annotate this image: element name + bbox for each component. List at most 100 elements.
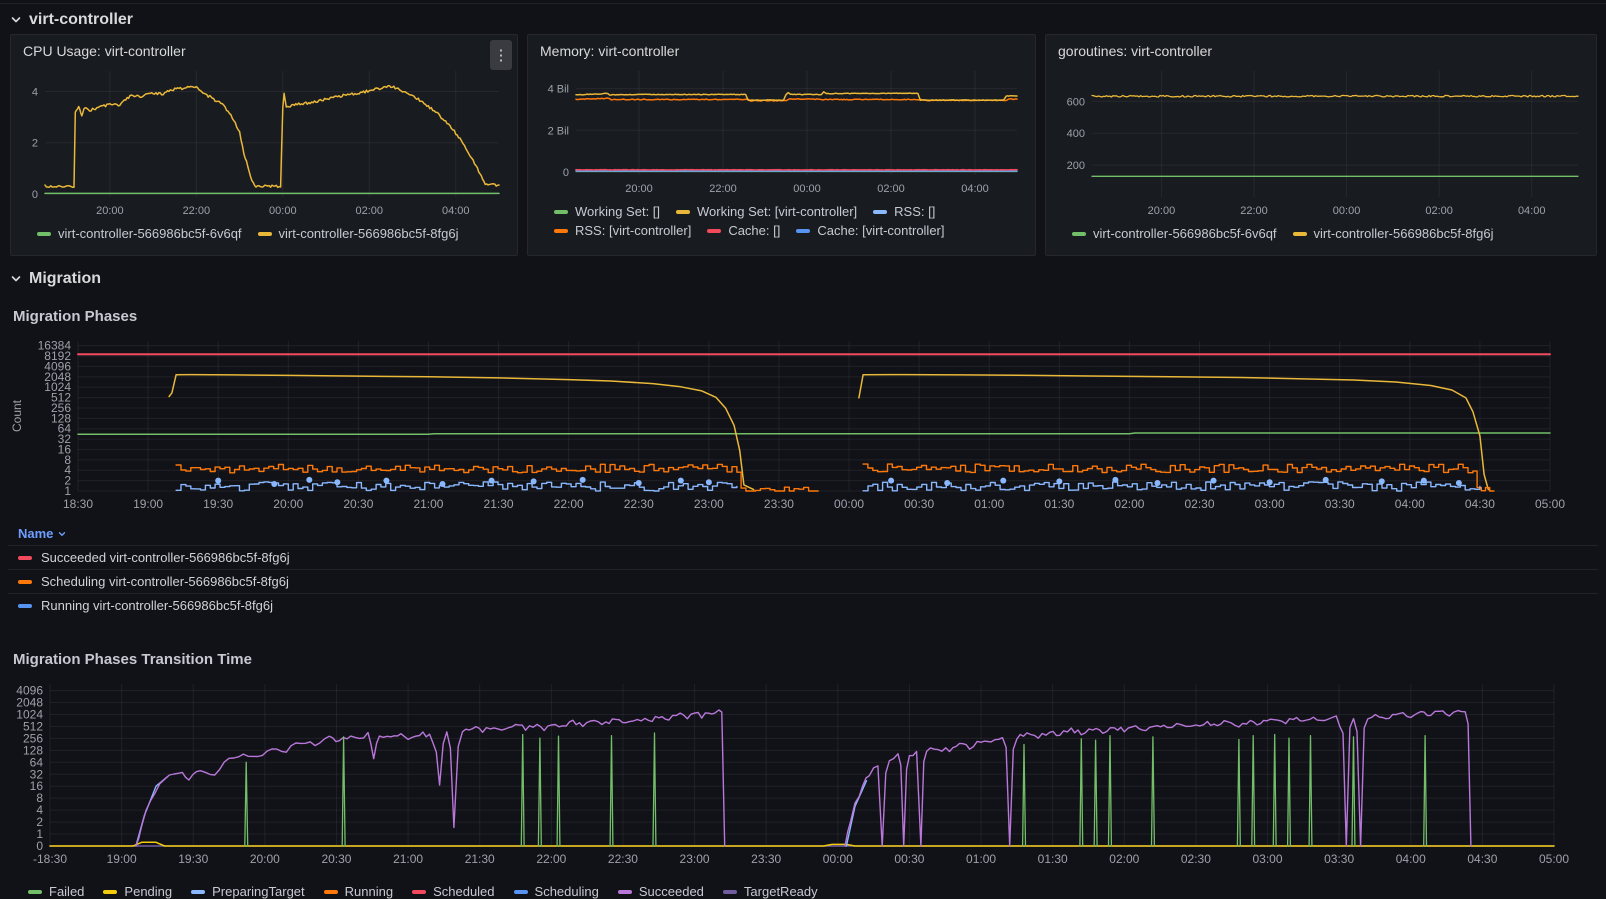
section-header-migration[interactable]: Migration bbox=[0, 256, 109, 293]
svg-text:02:30: 02:30 bbox=[1185, 497, 1215, 511]
svg-text:00:00: 00:00 bbox=[834, 497, 864, 511]
svg-text:19:00: 19:00 bbox=[133, 497, 163, 511]
legend-label: Cache: [virt-controller] bbox=[817, 223, 945, 238]
section-title: virt-controller bbox=[29, 11, 134, 28]
chevron-down-icon bbox=[11, 276, 21, 282]
legend-table-row[interactable]: Scheduling virt-controller-566986bc5f-8f… bbox=[8, 569, 1598, 593]
legend-item[interactable]: Cache: [] bbox=[707, 223, 780, 238]
legend-label: virt-controller-566986bc5f-6v6qf bbox=[58, 226, 242, 241]
legend-label: Pending bbox=[124, 884, 173, 899]
legend-table-row[interactable]: Running virt-controller-566986bc5f-8fg6j bbox=[8, 593, 1598, 617]
legend-item[interactable]: RSS: [] bbox=[873, 204, 935, 219]
svg-text:16384: 16384 bbox=[38, 339, 72, 353]
legend-swatch bbox=[796, 228, 811, 233]
svg-text:04:00: 04:00 bbox=[1518, 205, 1546, 217]
legend-item[interactable]: Cache: [virt-controller] bbox=[796, 223, 945, 238]
legend-item[interactable]: Working Set: [] bbox=[554, 204, 660, 219]
legend-rows: Succeeded virt-controller-566986bc5f-8fg… bbox=[8, 545, 1598, 617]
legend-item[interactable]: Running bbox=[323, 884, 393, 899]
legend-item[interactable]: virt-controller-566986bc5f-8fg6j bbox=[1292, 226, 1493, 241]
svg-text:22:00: 22:00 bbox=[536, 852, 566, 866]
svg-text:200: 200 bbox=[1067, 160, 1085, 172]
legend-label: PreparingTarget bbox=[212, 884, 305, 899]
cpu-usage-chart[interactable]: 20:00 22:00 00:00 02:00 04:00 0 2 4 bbox=[21, 61, 507, 223]
memory-chart[interactable]: 20:00 22:00 00:00 02:00 04:00 0 2 Bil 4 Bil bbox=[538, 61, 1025, 201]
svg-text:600: 600 bbox=[1067, 96, 1085, 108]
svg-text:02:30: 02:30 bbox=[1181, 852, 1211, 866]
svg-text:02:00: 02:00 bbox=[1425, 205, 1453, 217]
svg-text:22:00: 22:00 bbox=[1240, 205, 1268, 217]
svg-text:03:00: 03:00 bbox=[1253, 852, 1283, 866]
legend-label: RSS: [] bbox=[894, 204, 936, 219]
panel-title: Memory: virt-controller bbox=[540, 43, 680, 59]
section-header-virt-controller[interactable]: virt-controller bbox=[0, 4, 141, 34]
legend-sort-name[interactable]: Name bbox=[8, 522, 67, 545]
svg-text:04:30: 04:30 bbox=[1467, 852, 1497, 866]
legend-label: Failed bbox=[49, 884, 85, 899]
legend-table-row[interactable]: Succeeded virt-controller-566986bc5f-8fg… bbox=[8, 545, 1598, 569]
top-panels-row: CPU Usage: virt-controller ⋮ 20:00 22:00 0… bbox=[0, 34, 1606, 256]
svg-text:04:00: 04:00 bbox=[1395, 497, 1425, 511]
legend-item[interactable]: virt-controller-566986bc5f-8fg6j bbox=[257, 226, 458, 241]
legend-item[interactable]: Pending bbox=[103, 884, 172, 899]
legend-item[interactable]: Scheduled bbox=[412, 884, 495, 899]
svg-text:2048: 2048 bbox=[16, 696, 43, 710]
memory-legend: Working Set: [] Working Set: [virt-contro… bbox=[538, 201, 1025, 240]
svg-text:4 Bil: 4 Bil bbox=[548, 84, 569, 96]
chevron-down-icon bbox=[11, 17, 21, 23]
sort-caret-icon bbox=[59, 531, 66, 536]
legend-label: Working Set: [virt-controller] bbox=[697, 204, 858, 219]
legend-item[interactable]: Failed bbox=[28, 884, 84, 899]
legend-item[interactable]: virt-controller-566986bc5f-6v6qf bbox=[37, 226, 242, 241]
transition-chart[interactable]: -18:30 19:00 19:30 20:00 20:30 21:00 21:30 22:0… bbox=[8, 676, 1598, 874]
legend-item[interactable]: TargetReady bbox=[722, 884, 818, 899]
legend-swatch bbox=[676, 209, 691, 214]
svg-text:2: 2 bbox=[36, 815, 43, 829]
section-title: Migration bbox=[29, 270, 101, 287]
svg-text:19:30: 19:30 bbox=[178, 852, 208, 866]
panel-menu-button[interactable]: ⋮ bbox=[490, 40, 512, 70]
migration-phases-chart[interactable]: 18:30 19:00 19:30 20:00 20:30 21:00 21:30 22:00… bbox=[8, 333, 1598, 517]
svg-text:64: 64 bbox=[30, 755, 44, 769]
svg-text:-18:30: -18:30 bbox=[33, 852, 67, 866]
transition-legend: Failed Pending PreparingTarget Running Sched… bbox=[0, 879, 1606, 899]
legend-swatch bbox=[257, 231, 272, 236]
legend-item[interactable]: Working Set: [virt-controller] bbox=[676, 204, 857, 219]
transition-chart-wrap: -18:30 19:00 19:30 20:00 20:30 21:00 21:30 22:0… bbox=[0, 676, 1606, 879]
svg-text:00:00: 00:00 bbox=[793, 183, 821, 195]
svg-text:18:30: 18:30 bbox=[63, 497, 93, 511]
cpu-legend: virt-controller-566986bc5f-6v6qf virt-con… bbox=[21, 223, 507, 243]
svg-text:0: 0 bbox=[36, 839, 43, 853]
svg-text:22:30: 22:30 bbox=[624, 497, 654, 511]
svg-text:128: 128 bbox=[23, 743, 43, 757]
svg-text:22:00: 22:00 bbox=[554, 497, 584, 511]
legend-label: Running virt-controller-566986bc5f-8fg6j bbox=[41, 598, 273, 613]
svg-text:04:00: 04:00 bbox=[442, 205, 470, 217]
legend-item[interactable]: Succeeded bbox=[617, 884, 704, 899]
svg-text:01:30: 01:30 bbox=[1038, 852, 1068, 866]
svg-text:Count: Count bbox=[10, 399, 24, 432]
svg-text:20:00: 20:00 bbox=[96, 205, 124, 217]
svg-text:03:00: 03:00 bbox=[1255, 497, 1285, 511]
legend-item[interactable]: PreparingTarget bbox=[191, 884, 305, 899]
migration-phases-title: Migration Phases bbox=[13, 308, 138, 325]
svg-text:22:00: 22:00 bbox=[709, 183, 737, 195]
svg-text:23:00: 23:00 bbox=[680, 852, 710, 866]
legend-item[interactable]: RSS: [virt-controller] bbox=[554, 223, 691, 238]
legend-label: RSS: [virt-controller] bbox=[575, 223, 692, 238]
svg-text:05:00: 05:00 bbox=[1539, 852, 1569, 866]
legend-item[interactable]: virt-controller-566986bc5f-6v6qf bbox=[1072, 226, 1277, 241]
goroutines-chart[interactable]: 20:00 22:00 00:00 02:00 04:00 200 400 600 bbox=[1056, 61, 1586, 223]
legend-label: Succeeded virt-controller-566986bc5f-8fg… bbox=[41, 550, 290, 565]
svg-text:20:00: 20:00 bbox=[250, 852, 280, 866]
legend-label: virt-controller-566986bc5f-6v6qf bbox=[1093, 226, 1277, 241]
svg-text:02:00: 02:00 bbox=[877, 183, 905, 195]
svg-text:04:30: 04:30 bbox=[1465, 497, 1495, 511]
legend-item[interactable]: Scheduling bbox=[513, 884, 599, 899]
legend-swatch bbox=[1292, 231, 1307, 236]
legend-swatch bbox=[873, 209, 888, 214]
legend-swatch bbox=[18, 555, 32, 560]
svg-text:0: 0 bbox=[563, 167, 569, 179]
svg-text:256: 256 bbox=[23, 731, 43, 745]
svg-text:21:00: 21:00 bbox=[393, 852, 423, 866]
